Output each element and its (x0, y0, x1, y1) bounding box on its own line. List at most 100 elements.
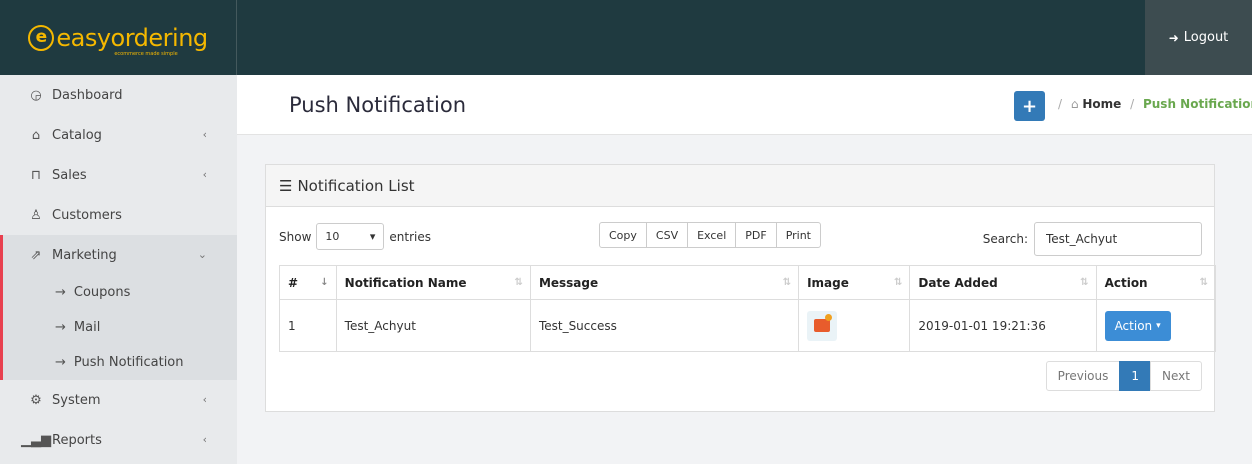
entries-select[interactable]: 10 ▾ (316, 223, 385, 250)
list-icon: ☰ (279, 176, 293, 195)
show-label: Show (279, 229, 312, 244)
chevron-left-icon: ‹ (202, 128, 207, 141)
envelope-icon (814, 319, 831, 332)
breadcrumb-home-link[interactable]: Home (1082, 97, 1121, 111)
cell-message: Test_Success (529, 299, 800, 352)
brand-name: easyordering (56, 23, 208, 52)
sidebar-item-label: System (52, 392, 101, 408)
caret-down-icon: ▾ (1156, 320, 1161, 331)
sort-icon: ⇅ (1199, 277, 1208, 288)
chevron-left-icon: ‹ (202, 393, 207, 406)
search-input[interactable] (1034, 222, 1202, 256)
sidebar-item-dashboard[interactable]: ◶ Dashboard (0, 75, 237, 115)
marketing-submenu: → Coupons → Mail → Push Notification (0, 275, 237, 380)
page-1-button[interactable]: 1 (1119, 361, 1152, 391)
notification-image (807, 310, 838, 341)
entries-value: 10 (325, 230, 340, 243)
panel-header: ☰ Notification List (266, 165, 1214, 207)
logout-label: Logout (1183, 30, 1229, 45)
cell-notification-name: Test_Achyut (335, 299, 531, 352)
table-row: 1 Test_Achyut Test_Success 2019-01-01 19… (279, 299, 1217, 352)
top-bar: ➜ Logout (237, 0, 1252, 75)
entries-label: entries (389, 229, 431, 244)
sort-icon: ⇅ (514, 277, 523, 288)
sidebar-item-system[interactable]: ⚙ System ‹ (0, 380, 237, 420)
sort-icon: ⇅ (1080, 277, 1089, 288)
chevron-down-icon: ⌄ (197, 248, 207, 261)
notification-table: # ↓ Notification Name ⇅ Message ⇅ Image … (279, 265, 1217, 352)
pagination: Previous 1 Next (1045, 361, 1202, 391)
sidebar-subitem-push-notification[interactable]: → Push Notification (3, 345, 237, 380)
sort-icon: ⇅ (893, 277, 903, 288)
brand-tagline: ecommerce made simple (114, 50, 178, 57)
tag-icon: ⌂ (31, 127, 41, 143)
export-buttons: Copy CSV Excel PDF Print (599, 222, 821, 248)
arrow-right-icon: → (55, 320, 66, 335)
column-header-number[interactable]: # ↓ (279, 265, 337, 300)
sidebar-subitem-coupons[interactable]: → Coupons (3, 275, 237, 310)
sort-asc-icon: ↓ (320, 277, 329, 288)
sidebar-item-marketing[interactable]: ⇗ Marketing ⌄ (0, 235, 237, 275)
page-header: Push Notification + / ⌂ Home / Push Noti… (237, 75, 1252, 135)
notification-list-panel: ☰ Notification List Show 10 ▾ entries Co… (265, 164, 1217, 412)
sidebar-item-label: Marketing (52, 247, 117, 263)
panel-title: Notification List (297, 176, 415, 195)
badge-dot (825, 313, 833, 321)
table-header-row: # ↓ Notification Name ⇅ Message ⇅ Image … (279, 265, 1217, 300)
breadcrumb: / ⌂ Home / Push Notification (1053, 97, 1252, 111)
sidebar-item-label: Sales (52, 167, 87, 183)
cell-action: Action ▾ (1095, 299, 1217, 352)
sidebar-subitem-mail[interactable]: → Mail (3, 310, 237, 345)
cart-icon: ⊓ (30, 167, 42, 183)
home-icon: ⌂ (1070, 97, 1079, 111)
show-entries: Show 10 ▾ entries (279, 223, 431, 250)
breadcrumb-current: Push Notification (1142, 97, 1252, 111)
cell-number: 1 (279, 299, 337, 352)
column-header-date-added[interactable]: Date Added ⇅ (909, 265, 1097, 300)
column-header-image[interactable]: Image ⇅ (798, 265, 911, 300)
next-page-button[interactable]: Next (1150, 361, 1202, 391)
sidebar-item-reports[interactable]: ▁▃▆ Reports ‹ (0, 420, 237, 460)
print-button[interactable]: Print (775, 222, 821, 248)
search: Search: (983, 222, 1202, 256)
sidebar-item-customers[interactable]: ♙ Customers (0, 195, 237, 235)
sort-icon: ⇅ (782, 277, 792, 288)
chevron-left-icon: ‹ (202, 168, 207, 181)
sidebar-item-catalog[interactable]: ⌂ Catalog ‹ (0, 115, 237, 155)
column-header-notification-name[interactable]: Notification Name ⇅ (335, 265, 531, 300)
breadcrumb-separator: / (1058, 97, 1063, 111)
arrow-right-icon: → (55, 285, 66, 300)
sidebar: e easyordering ecommerce made simple ◶ D… (0, 0, 237, 464)
dashboard-icon: ◶ (30, 87, 42, 103)
user-icon: ♙ (30, 207, 42, 223)
gear-icon: ⚙ (30, 392, 42, 408)
previous-page-button[interactable]: Previous (1045, 361, 1121, 391)
breadcrumb-separator: / (1130, 97, 1135, 111)
logout-button[interactable]: ➜ Logout (1145, 0, 1252, 75)
cell-date-added: 2019-01-01 19:21:36 (909, 299, 1097, 352)
sidebar-item-sales[interactable]: ⊓ Sales ‹ (0, 155, 237, 195)
excel-button[interactable]: Excel (687, 222, 737, 248)
action-label: Action (1114, 318, 1153, 333)
logout-icon: ➜ (1168, 30, 1179, 45)
csv-button[interactable]: CSV (645, 222, 689, 248)
logo-e-icon: e (28, 24, 55, 51)
logo[interactable]: e easyordering ecommerce made simple (0, 0, 237, 75)
bar-chart-icon: ▁▃▆ (21, 432, 51, 448)
search-label: Search: (982, 232, 1028, 246)
copy-button[interactable]: Copy (599, 222, 647, 248)
plus-icon: + (1021, 95, 1038, 117)
cell-image (798, 299, 911, 352)
sidebar-item-label: Reports (52, 432, 102, 448)
add-button[interactable]: + (1014, 91, 1045, 121)
sidebar-subitem-label: Push Notification (73, 355, 184, 370)
sidebar-item-label: Customers (52, 207, 122, 223)
column-header-action[interactable]: Action ⇅ (1095, 265, 1217, 300)
sidebar-subitem-label: Mail (73, 320, 101, 335)
pdf-button[interactable]: PDF (735, 222, 777, 248)
share-icon: ⇗ (30, 247, 42, 263)
action-dropdown-button[interactable]: Action ▾ (1104, 310, 1171, 341)
main-content: ☰ Notification List Show 10 ▾ entries Co… (237, 135, 1252, 464)
column-header-message[interactable]: Message ⇅ (529, 265, 800, 300)
chevron-left-icon: ‹ (202, 433, 207, 446)
